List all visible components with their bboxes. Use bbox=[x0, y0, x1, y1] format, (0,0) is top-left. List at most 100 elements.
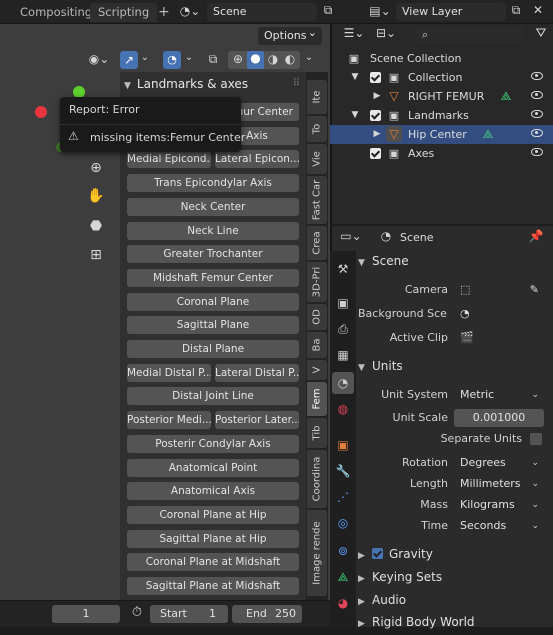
scene-section-header[interactable]: ▼ Scene bbox=[358, 250, 550, 272]
hand-pan-icon[interactable]: ✋ bbox=[86, 188, 106, 208]
object-properties-icon[interactable]: ▣ bbox=[332, 434, 354, 456]
camera-field[interactable]: ⬚ ✎ bbox=[454, 281, 544, 299]
sidebar-tab[interactable]: Coordina bbox=[307, 450, 327, 508]
audio-section-header[interactable]: ▶ Audio bbox=[358, 589, 550, 611]
landmark-button[interactable]: Lateral Distal P... bbox=[215, 364, 299, 382]
material-shading-icon[interactable]: ◑ bbox=[265, 52, 281, 66]
eyedropper-icon[interactable]: ✎ bbox=[530, 281, 539, 299]
xray-icon[interactable]: ⧉ bbox=[205, 52, 221, 67]
view-layer-selector-icon[interactable]: ▤⌄ bbox=[366, 4, 394, 20]
sidebar-tab[interactable]: Image rende bbox=[307, 510, 327, 596]
expand-triangle-icon[interactable]: ▼ bbox=[350, 68, 360, 87]
stopwatch-icon[interactable]: ⏱ bbox=[128, 605, 146, 623]
eye-icon[interactable] bbox=[531, 91, 543, 99]
outliner-row-axes[interactable]: ▣ Axes bbox=[330, 144, 553, 163]
copy-view-layer-icon[interactable]: ⧉ bbox=[508, 3, 524, 21]
landmark-button[interactable]: Trans Epicondylar Axis bbox=[127, 174, 299, 192]
close-view-layer-icon[interactable]: ✕ bbox=[530, 3, 546, 21]
sidebar-tab[interactable]: 3D-Pri bbox=[307, 262, 327, 302]
landmark-button[interactable]: Medial Epicond... bbox=[127, 150, 211, 168]
options-dropdown[interactable]: Options ⌄ bbox=[258, 26, 322, 45]
output-properties-icon[interactable]: ⎙ bbox=[332, 318, 354, 340]
axes-checkbox[interactable] bbox=[370, 148, 381, 159]
separate-units-checkbox[interactable] bbox=[530, 433, 542, 445]
solid-shading-icon[interactable]: ● bbox=[247, 51, 264, 69]
outliner-row-scene-collection[interactable]: ▣ Scene Collection bbox=[330, 49, 553, 68]
sidebar-tab[interactable]: Crea bbox=[307, 226, 327, 260]
outliner-search-input[interactable]: ⌕ bbox=[416, 26, 524, 44]
sidebar-tab[interactable]: V bbox=[307, 360, 327, 380]
outliner-row-landmarks[interactable]: ▼ ▣ Landmarks bbox=[330, 106, 553, 125]
current-frame-field[interactable]: 1 bbox=[52, 605, 120, 623]
display-mode-icon[interactable]: ☰⌄ bbox=[340, 26, 368, 44]
expand-triangle-icon[interactable]: ▶ bbox=[372, 87, 382, 106]
zoom-icon[interactable]: ⊕ bbox=[86, 160, 106, 180]
panel-header[interactable]: ▼ Landmarks & axes ⠿ bbox=[124, 75, 304, 93]
editor-type-icon[interactable]: ▭⌄ bbox=[337, 229, 365, 247]
expand-triangle-icon[interactable]: ▼ bbox=[350, 106, 360, 125]
landmark-button[interactable]: Coronal Plane at Midshaft bbox=[127, 553, 299, 571]
end-frame-field[interactable]: End 250 bbox=[232, 605, 302, 623]
sidebar-tab[interactable]: Fem bbox=[307, 382, 327, 416]
constraints-icon[interactable]: ⊚ bbox=[332, 540, 354, 562]
view-layer-properties-icon[interactable]: ▦ bbox=[332, 344, 354, 366]
world-properties-icon[interactable]: ◍ bbox=[332, 398, 354, 420]
visibility-eye-icon[interactable]: ◉⌄ bbox=[84, 52, 114, 68]
physics-icon[interactable]: ◎ bbox=[332, 512, 354, 534]
sidebar-tab[interactable]: Vie bbox=[307, 144, 327, 174]
landmark-button[interactable]: Coronal Plane at Hip bbox=[127, 506, 299, 524]
outliner-row-hip-center[interactable]: ▶ ▽ Hip Center ⟁ bbox=[330, 125, 553, 144]
keying-sets-section-header[interactable]: ▶ Keying Sets bbox=[358, 566, 550, 588]
active-clip-field[interactable]: 🎬 bbox=[454, 329, 544, 347]
pin-icon[interactable]: 📌 bbox=[528, 229, 544, 247]
scene-selector-icon[interactable]: ◔⌄ bbox=[176, 4, 204, 20]
sidebar-tab[interactable]: To bbox=[307, 116, 327, 142]
outliner-row-collection[interactable]: ▼ ▣ Collection bbox=[330, 68, 553, 87]
landmark-button[interactable]: Distal Plane bbox=[127, 340, 299, 358]
collection-checkbox[interactable] bbox=[370, 72, 381, 83]
landmark-button[interactable]: Posterior Medi... bbox=[127, 411, 211, 429]
landmark-button[interactable]: Midshaft Femur Center bbox=[127, 269, 299, 287]
sidebar-tab[interactable]: Ite bbox=[307, 80, 327, 114]
landmark-button[interactable]: Sagittal Plane bbox=[127, 316, 299, 334]
landmark-button[interactable]: Greater Trochanter bbox=[127, 245, 299, 263]
gizmo-x-axis-dot[interactable] bbox=[35, 106, 47, 118]
landmark-button[interactable]: Distal Joint Line bbox=[127, 387, 299, 405]
camera-view-icon[interactable]: ⬣ bbox=[86, 218, 106, 238]
gravity-checkbox[interactable] bbox=[372, 548, 383, 559]
landmark-button[interactable]: Anatomical Axis bbox=[127, 482, 299, 500]
eye-icon[interactable] bbox=[531, 72, 543, 80]
view-layer-field[interactable]: View Layer bbox=[396, 3, 506, 21]
rotation-dropdown[interactable]: Degrees ⌄ bbox=[454, 454, 544, 472]
modifier-wrench-icon[interactable]: 🔧 bbox=[332, 460, 354, 482]
scene-properties-icon[interactable]: ◔ bbox=[332, 372, 354, 394]
filter-funnel-icon[interactable]: ⛛ bbox=[532, 26, 550, 44]
sidebar-tab[interactable]: Fast Car bbox=[307, 176, 327, 224]
landmark-button[interactable]: Posterior Later... bbox=[215, 411, 299, 429]
render-properties-icon[interactable]: ▣ bbox=[332, 292, 354, 314]
landmark-button[interactable]: Neck Line bbox=[127, 222, 299, 240]
grid-perspective-icon[interactable]: ⊞ bbox=[86, 247, 106, 267]
sidebar-tab[interactable]: Ba bbox=[307, 332, 327, 358]
rigid-body-world-section-header[interactable]: ▶ Rigid Body World bbox=[358, 611, 550, 633]
unit-scale-field[interactable]: 0.001000 bbox=[454, 409, 544, 427]
filter-mode-icon[interactable]: ⊟⌄ bbox=[372, 26, 400, 44]
scene-name-field[interactable]: Scene bbox=[207, 3, 317, 21]
unit-system-dropdown[interactable]: Metric ⌄ bbox=[454, 386, 544, 404]
landmark-button[interactable]: Neck Center bbox=[127, 198, 299, 216]
mass-dropdown[interactable]: Kilograms ⌄ bbox=[454, 496, 544, 514]
add-workspace-button[interactable]: + bbox=[150, 3, 178, 22]
particles-icon[interactable]: ⋰ bbox=[332, 486, 354, 508]
background-scene-field[interactable]: ◔ bbox=[454, 305, 544, 323]
expand-triangle-icon[interactable]: ▶ bbox=[372, 125, 382, 144]
landmark-button[interactable]: Lateral Epicon... bbox=[215, 150, 299, 168]
gravity-section-header[interactable]: ▶ Gravity bbox=[358, 543, 550, 565]
landmark-button[interactable]: Medial Distal P... bbox=[127, 364, 211, 382]
object-data-icon[interactable]: ⟁ bbox=[332, 566, 354, 588]
chevron-down-icon[interactable]: ⌄ bbox=[183, 52, 195, 63]
length-dropdown[interactable]: Millimeters ⌄ bbox=[454, 475, 544, 493]
landmark-button[interactable]: Posterir Condylar Axis bbox=[127, 435, 299, 453]
units-section-header[interactable]: ▼ Units bbox=[358, 355, 550, 377]
overlays-icon[interactable]: ◔ bbox=[163, 51, 181, 69]
chevron-down-icon[interactable]: ⌄ bbox=[139, 52, 151, 63]
